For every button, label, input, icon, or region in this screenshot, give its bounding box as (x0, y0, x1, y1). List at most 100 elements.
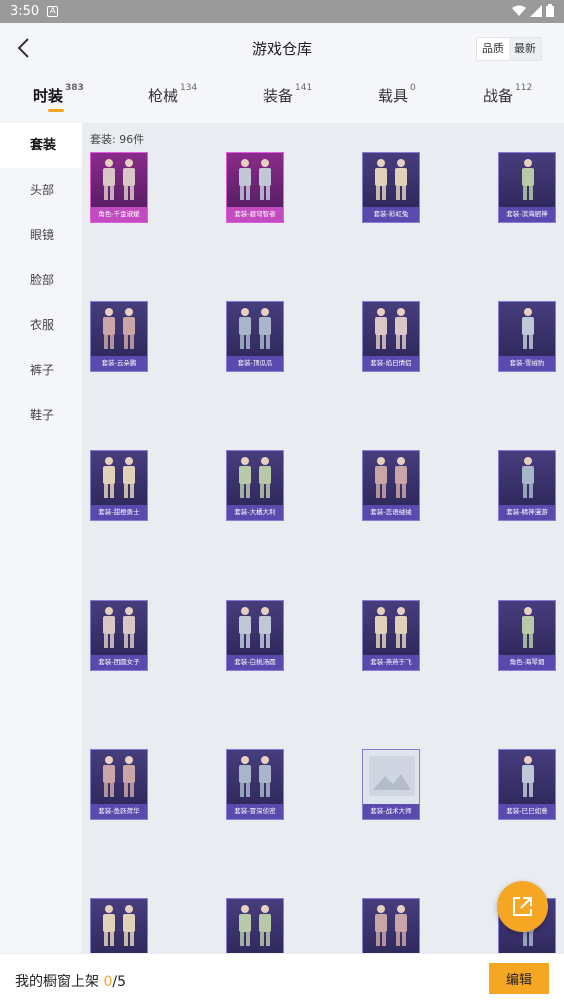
item-caption: 套装-鱼跃荷华 (91, 804, 147, 819)
item-card[interactable]: 套装-滨海厨神 (498, 152, 556, 223)
tab-count: 0 (410, 83, 416, 93)
tab-label: 枪械 (148, 87, 179, 105)
outfit-thumbnail (239, 308, 271, 349)
outfit-thumbnail (375, 308, 407, 349)
item-caption: 套装-甜橙勇士 (91, 505, 147, 520)
sidebar-item-glasses[interactable]: 眼镜 (0, 213, 82, 258)
tab-vehicles[interactable]: 载具 0 (378, 83, 416, 106)
outfit-thumbnail (103, 607, 135, 648)
signal-icon (530, 4, 542, 17)
item-card[interactable]: 套装-燕燕于飞 (362, 600, 420, 671)
outfit-thumbnail (375, 905, 407, 946)
wifi-icon (512, 5, 526, 16)
share-external-icon (513, 897, 532, 916)
item-caption: 角色-千金淑媛 (91, 207, 147, 222)
item-card[interactable]: 套装-鱼跃荷华 (90, 749, 148, 820)
sort-quality-button[interactable]: 品质 (477, 38, 509, 60)
sidebar-item-suits[interactable]: 套装 (0, 123, 82, 168)
showcase-footer: 我的橱窗上架 0/5 编辑 (0, 953, 564, 1004)
item-card[interactable]: 套装-甜橙勇士 (90, 450, 148, 521)
share-fab-button[interactable] (497, 881, 548, 932)
item-card[interactable]: 角色-千金淑媛 (90, 152, 148, 223)
outfit-thumbnail (375, 159, 407, 200)
outfit-thumbnail (103, 457, 135, 498)
outfit-thumbnail (375, 607, 407, 648)
item-card[interactable]: 套装-团圆女子 (90, 600, 148, 671)
tab-label: 载具 (378, 87, 409, 105)
sidebar-item-head[interactable]: 头部 (0, 168, 82, 213)
notification-a-icon: A (47, 6, 59, 17)
item-caption: 套装-碧穹智者 (227, 207, 283, 222)
tab-count: 134 (180, 83, 198, 93)
status-time: 3:50 (10, 4, 40, 19)
showcase-label: 我的橱窗上架 (15, 974, 99, 990)
item-caption: 套装-冒深侦密 (227, 804, 283, 819)
tab-label: 装备 (263, 87, 294, 105)
item-card[interactable] (362, 898, 420, 953)
back-arrow-icon[interactable] (12, 35, 38, 61)
sidebar-item-shoes[interactable]: 鞋子 (0, 393, 82, 438)
sidebar-item-pants[interactable]: 裤子 (0, 348, 82, 393)
subcategory-sidebar: 套装 头部 眼镜 脸部 衣服 裤子 鞋子 (0, 123, 82, 953)
sort-latest-button[interactable]: 最新 (509, 38, 541, 60)
item-card[interactable]: 套装-巳巳如意 (498, 749, 556, 820)
tab-count: 141 (295, 83, 313, 93)
sort-toggle: 品质 最新 (476, 37, 542, 61)
item-caption: 套装-精神漫游 (499, 505, 555, 520)
outfit-thumbnail (522, 308, 534, 349)
item-caption: 套装-战术大师 (363, 804, 419, 819)
item-card[interactable]: 套装-冒深侦密 (226, 749, 284, 820)
item-caption: 套装-雪绒豹 (499, 356, 555, 371)
tab-weapons[interactable]: 枪械 134 (148, 83, 198, 106)
item-card[interactable]: 套装-雪绒豹 (498, 301, 556, 372)
item-card[interactable]: 角色-海琴烟 (498, 600, 556, 671)
tab-fashion[interactable]: 时装 383 (33, 83, 84, 112)
item-caption: 套装-团圆女子 (91, 655, 147, 670)
item-caption: 套装-云朵鹏 (91, 356, 147, 371)
outfit-thumbnail (103, 159, 135, 200)
edit-button[interactable]: 编辑 (489, 963, 549, 994)
item-caption: 套装-燕燕于飞 (363, 655, 419, 670)
category-tabs: 时装 383 枪械 134 装备 141 载具 0 战备 112 (0, 75, 564, 123)
item-card[interactable]: 套装-恋语绒绒 (362, 450, 420, 521)
app-header: 游戏仓库 品质 最新 (0, 23, 564, 75)
tab-label: 战备 (483, 87, 514, 105)
battery-icon (546, 4, 554, 17)
item-caption: 套装-顶瓜瓜 (227, 356, 283, 371)
item-card[interactable] (226, 898, 284, 953)
sidebar-item-face[interactable]: 脸部 (0, 258, 82, 303)
item-card[interactable]: 套装-战术大师 (362, 749, 420, 820)
item-card[interactable]: 套装-碧穹智者 (226, 152, 284, 223)
tab-gear[interactable]: 战备 112 (483, 83, 533, 106)
item-caption: 套装-恋语绒绒 (363, 505, 419, 520)
item-grid: 套装: 96件 角色-千金淑媛 套装-碧穹智者 套装-彩虹兔 套装-滨海厨神 套装-云朵… (82, 123, 564, 953)
outfit-thumbnail (103, 756, 135, 797)
item-caption: 套装-滨海厨神 (499, 207, 555, 222)
tab-count: 112 (515, 83, 533, 93)
item-card[interactable]: 套装-焰日情侣 (362, 301, 420, 372)
outfit-thumbnail (522, 607, 534, 648)
placeholder-image-icon (363, 750, 419, 804)
tab-equipment[interactable]: 装备 141 (263, 83, 313, 106)
outfit-thumbnail (239, 159, 271, 200)
item-card[interactable] (90, 898, 148, 953)
outfit-thumbnail (239, 756, 271, 797)
tab-count: 383 (65, 83, 84, 93)
item-caption: 套装-大橘大利 (227, 505, 283, 520)
item-card[interactable]: 套装-彩虹兔 (362, 152, 420, 223)
item-caption: 角色-海琴烟 (499, 655, 555, 670)
item-card[interactable]: 套装-精神漫游 (498, 450, 556, 521)
item-card[interactable]: 套装-顶瓜瓜 (226, 301, 284, 372)
item-card[interactable]: 套装-白桃汤圆 (226, 600, 284, 671)
showcase-status: 我的橱窗上架 0/5 (15, 971, 126, 991)
outfit-thumbnail (239, 905, 271, 946)
outfit-thumbnail (239, 457, 271, 498)
item-card[interactable]: 套装-云朵鹏 (90, 301, 148, 372)
item-caption: 套装-彩虹兔 (363, 207, 419, 222)
item-caption: 套装-焰日情侣 (363, 356, 419, 371)
active-tab-indicator (48, 109, 64, 112)
item-caption: 套装-巳巳如意 (499, 804, 555, 819)
showcase-total: /5 (112, 974, 126, 990)
sidebar-item-clothes[interactable]: 衣服 (0, 303, 82, 348)
item-card[interactable]: 套装-大橘大利 (226, 450, 284, 521)
